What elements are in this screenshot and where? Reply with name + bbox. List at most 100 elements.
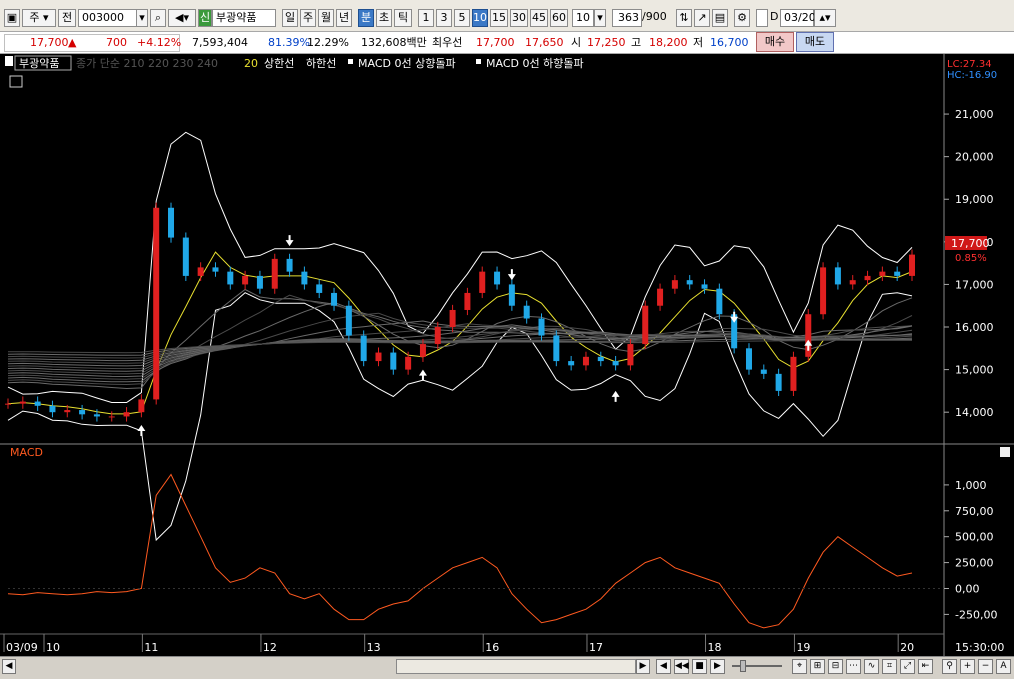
stop-icon[interactable]: ■ xyxy=(692,659,707,674)
legend-macd-down: MACD 0선 하향돌파 xyxy=(486,56,584,70)
interval-button-30[interactable]: 30 xyxy=(510,9,528,27)
candle-body xyxy=(790,356,797,391)
candle-body xyxy=(331,292,338,306)
font-button[interactable]: A xyxy=(996,659,1011,674)
candle-body xyxy=(627,344,634,366)
magnify-icon[interactable]: ⚲ xyxy=(942,659,957,674)
period-weekly[interactable]: 주 xyxy=(300,9,316,27)
scroll-right-icon[interactable]: ▶ xyxy=(636,659,650,674)
price-tick-label: 19,000 xyxy=(955,193,994,206)
interval-button-10[interactable]: 10 xyxy=(472,9,488,27)
candle-body xyxy=(34,401,41,406)
zoom-in-button[interactable]: + xyxy=(960,659,975,674)
price-chart[interactable]: 부광약품 종가 단순 210 220 230 240 20 상한선 하한선 MA… xyxy=(0,54,1014,658)
stock-code-input[interactable]: 003000 xyxy=(78,9,138,27)
up-arrow-icon xyxy=(418,369,427,381)
current-price-tag-text: 17,700 xyxy=(951,237,990,250)
close-icon[interactable] xyxy=(1000,447,1010,457)
volume: 7,593,404 xyxy=(192,36,248,49)
rewind-icon[interactable]: ◀◀ xyxy=(674,659,689,674)
legend-down-marker xyxy=(476,59,481,64)
legend-ma: 종가 단순 210 220 230 240 xyxy=(76,57,218,70)
interval-input[interactable]: 10 xyxy=(572,9,594,27)
time-tick-label: 12 xyxy=(263,641,277,654)
candle-body xyxy=(227,271,234,285)
candle-body xyxy=(686,280,693,285)
candle-body xyxy=(745,348,752,370)
code-dropdown-icon[interactable]: ▾ xyxy=(136,9,148,27)
period-daily[interactable]: 일 xyxy=(282,9,298,27)
sell-button[interactable]: 매도 xyxy=(796,32,834,52)
grid-icon[interactable] xyxy=(9,75,23,88)
chart-area[interactable]: 부광약품 종가 단순 210 220 230 240 20 상한선 하한선 MA… xyxy=(0,54,1014,658)
interval-button-45[interactable]: 45 xyxy=(530,9,548,27)
candle-body xyxy=(612,361,619,366)
candle-body xyxy=(242,275,249,285)
interval-dropdown-icon[interactable]: ▾ xyxy=(594,9,606,27)
candle-body xyxy=(909,254,915,276)
tool-icon-1[interactable]: ⊞ xyxy=(810,659,825,674)
period-tick[interactable]: 틱 xyxy=(394,9,412,27)
macd-tick-label: 750,00 xyxy=(955,505,994,518)
interval-button-60[interactable]: 60 xyxy=(550,9,568,27)
buy-button[interactable]: 매수 xyxy=(756,32,794,52)
play-icon[interactable]: ▶ xyxy=(710,659,725,674)
tool-icon-6[interactable]: ⤢ xyxy=(900,659,915,674)
high-price: 18,200 xyxy=(649,36,688,49)
tool-icon-7[interactable]: ⇤ xyxy=(918,659,933,674)
prev-button[interactable]: 전 xyxy=(58,9,76,27)
legend-up-marker xyxy=(348,59,353,64)
tool-icon-3[interactable]: ⋯ xyxy=(846,659,861,674)
quote-bar: 17,700 ▲ 700 +4.12% 7,593,404 81.39% 12.… xyxy=(0,32,1014,54)
chart-tools-icon[interactable]: ⇅ xyxy=(676,9,692,27)
date-input[interactable]: 03/20 xyxy=(780,9,816,27)
scroll-left-icon[interactable]: ◀ xyxy=(2,659,16,674)
legend-bb-period: 20 xyxy=(244,57,258,70)
candle-body xyxy=(479,271,486,293)
speaker-icon[interactable]: ◀▾ xyxy=(168,9,196,27)
time-tick-label: 15:30:00 xyxy=(955,641,1004,654)
period-yearly[interactable]: 년 xyxy=(336,9,352,27)
d-checkbox[interactable] xyxy=(756,9,768,27)
date-spin-icon[interactable]: ▴▾ xyxy=(814,9,836,27)
stock-name[interactable]: 부광약품 xyxy=(212,9,276,27)
time-tick-label: 13 xyxy=(367,641,381,654)
candle-body xyxy=(271,258,278,289)
period-minute[interactable]: 분 xyxy=(358,9,374,27)
interval-button-1[interactable]: 1 xyxy=(418,9,434,27)
interval-button-5[interactable]: 5 xyxy=(454,9,470,27)
volume-ratio: 81.39% xyxy=(268,36,310,49)
search-icon[interactable]: ⌕ xyxy=(150,9,166,27)
gear-icon[interactable]: ⚙ xyxy=(734,9,750,27)
candle-body xyxy=(123,412,130,417)
tool-icon-4[interactable]: ∿ xyxy=(864,659,879,674)
tool-icon-5[interactable]: ⌗ xyxy=(882,659,897,674)
candle-body xyxy=(820,267,827,315)
interval-button-15[interactable]: 15 xyxy=(490,9,508,27)
zoom-slider-thumb[interactable] xyxy=(740,660,746,672)
scroll-track[interactable] xyxy=(16,659,396,674)
interval-button-3[interactable]: 3 xyxy=(436,9,452,27)
period-monthly[interactable]: 월 xyxy=(318,9,334,27)
macd-line xyxy=(7,473,913,629)
zoom-icon[interactable]: ⌖ xyxy=(792,659,807,674)
first-icon[interactable]: ◀ xyxy=(656,659,671,674)
zoom-out-button[interactable]: − xyxy=(978,659,993,674)
candle-body xyxy=(834,267,841,285)
price-tick-label: 17,000 xyxy=(955,278,994,291)
scroll-thumb[interactable] xyxy=(396,659,636,674)
save-icon[interactable]: ▤ xyxy=(712,9,728,27)
tool-icon-2[interactable]: ⊟ xyxy=(828,659,843,674)
indicator-icon[interactable]: ↗ xyxy=(694,9,710,27)
low-price: 16,700 xyxy=(710,36,749,49)
period-second[interactable]: 초 xyxy=(376,9,392,27)
change-percent: +4.12% xyxy=(137,36,182,49)
market-select[interactable]: 주 ▾ xyxy=(22,9,56,27)
candle-body xyxy=(5,403,11,405)
chart-toolbar: ▣ 주 ▾ 전 003000 ▾ ⌕ ◀▾ 신 부광약품 일 주 월 년 분 초… xyxy=(0,0,1014,32)
open-price: 17,250 xyxy=(587,36,626,49)
stock-badge: 신 xyxy=(198,9,212,27)
count-input[interactable]: 363 xyxy=(612,9,642,27)
turnover-ratio: 12.29% xyxy=(307,36,349,49)
window-icon[interactable]: ▣ xyxy=(4,9,20,27)
